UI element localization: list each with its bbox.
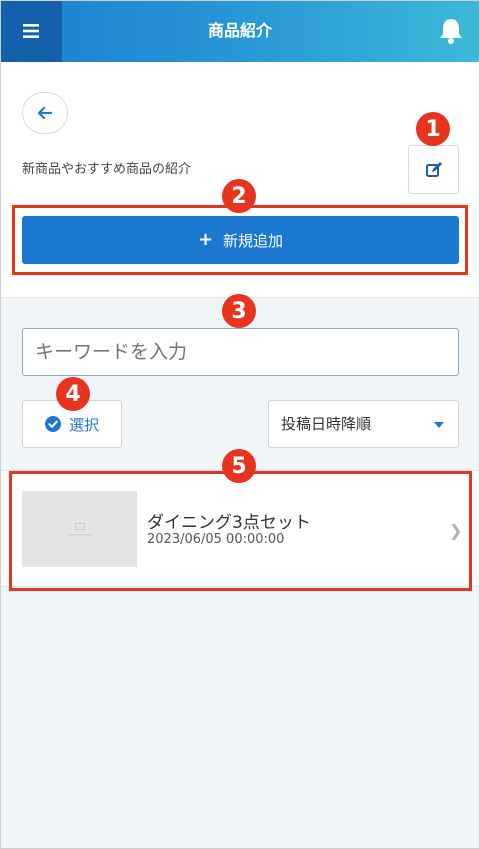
select-label: 選択 [68, 415, 99, 434]
sort-selected-value: 投稿日時降順 [281, 415, 372, 433]
annotation-badge-3: 3 [222, 294, 256, 328]
page-title: 商品紹介 [207, 21, 272, 40]
menu-button[interactable] [0, 0, 62, 62]
bell-icon [440, 19, 462, 44]
annotation-badge-5: 5 [222, 449, 256, 483]
hamburger-menu-icon [23, 24, 39, 38]
notification-button[interactable] [436, 16, 466, 46]
check-circle-icon [44, 416, 61, 432]
annotation-badge-2: 2 [222, 179, 256, 213]
back-button[interactable] [22, 92, 68, 134]
highlight-box-add [12, 205, 468, 275]
arrow-left-icon [38, 107, 52, 119]
page-description: 新商品やおすすめ商品の紹介 [22, 162, 192, 177]
highlight-box-item [9, 471, 472, 591]
app-header: 商品紹介 [0, 0, 480, 62]
annotation-badge-4: 4 [56, 377, 90, 411]
keyword-search-input[interactable] [22, 328, 459, 376]
sort-dropdown[interactable]: 投稿日時降順 [268, 400, 459, 448]
caret-down-icon [434, 422, 444, 428]
edit-button[interactable] [408, 145, 459, 194]
edit-icon [425, 161, 442, 177]
annotation-badge-1: 1 [416, 112, 450, 146]
